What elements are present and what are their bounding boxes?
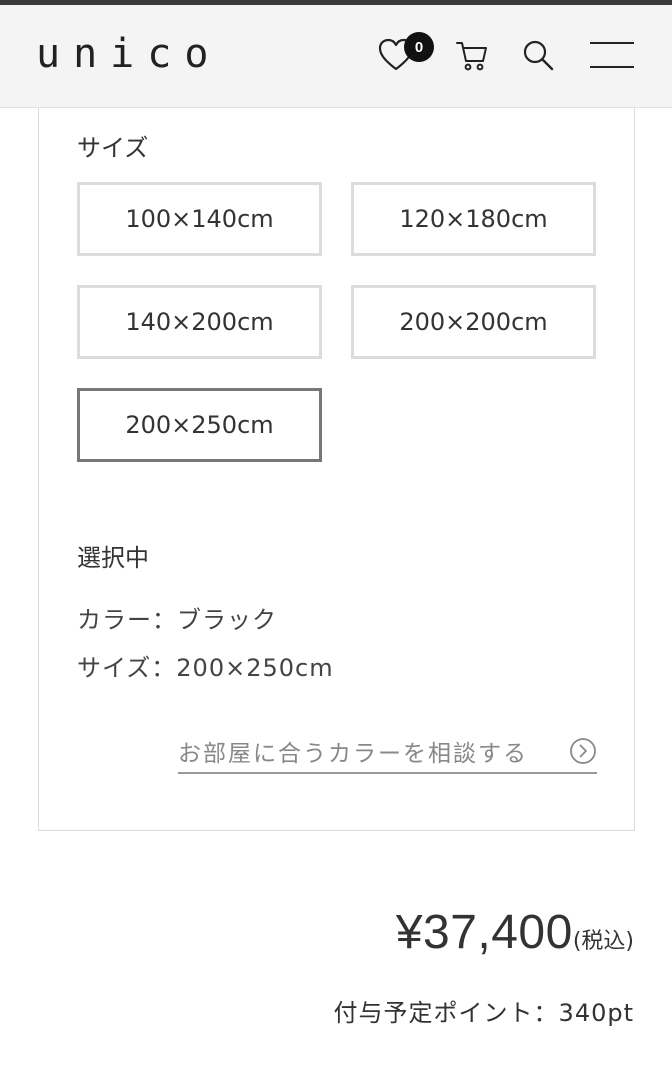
selection-label: 選択中	[77, 544, 149, 572]
product-price: ¥37,400	[395, 906, 573, 959]
consult-color-link[interactable]: お部屋に合うカラーを相談する	[178, 730, 597, 774]
menu-icon	[590, 42, 634, 68]
favorites-count-badge: 0	[404, 32, 434, 62]
site-logo[interactable]: unico	[36, 31, 221, 77]
consult-color-link-label: お部屋に合うカラーを相談する	[178, 741, 528, 767]
price-block: ¥37,400 (税込)	[396, 905, 634, 960]
size-section-label: サイズ	[77, 134, 149, 162]
search-button[interactable]	[518, 35, 558, 75]
size-option-200x200[interactable]: 200×200cm	[351, 285, 596, 359]
variant-panel: サイズ 100×140cm 120×180cm 140×200cm 200×20…	[38, 108, 635, 831]
size-option-140x200[interactable]: 140×200cm	[77, 285, 322, 359]
search-icon	[523, 40, 554, 71]
size-option-200x250[interactable]: 200×250cm	[77, 388, 322, 462]
reward-points: 付与予定ポイント：340pt	[333, 999, 634, 1027]
menu-button[interactable]	[588, 35, 636, 75]
size-option-100x140[interactable]: 100×140cm	[77, 182, 322, 256]
cart-icon	[456, 42, 487, 71]
tax-note: (税込)	[572, 929, 634, 954]
selected-color: カラー：ブラック	[77, 606, 277, 634]
selected-size: サイズ：200×250cm	[77, 654, 334, 682]
size-option-120x180[interactable]: 120×180cm	[351, 182, 596, 256]
site-header: unico 0	[0, 5, 672, 108]
cart-button[interactable]	[452, 35, 492, 75]
chevron-circle-right-icon	[570, 738, 596, 764]
